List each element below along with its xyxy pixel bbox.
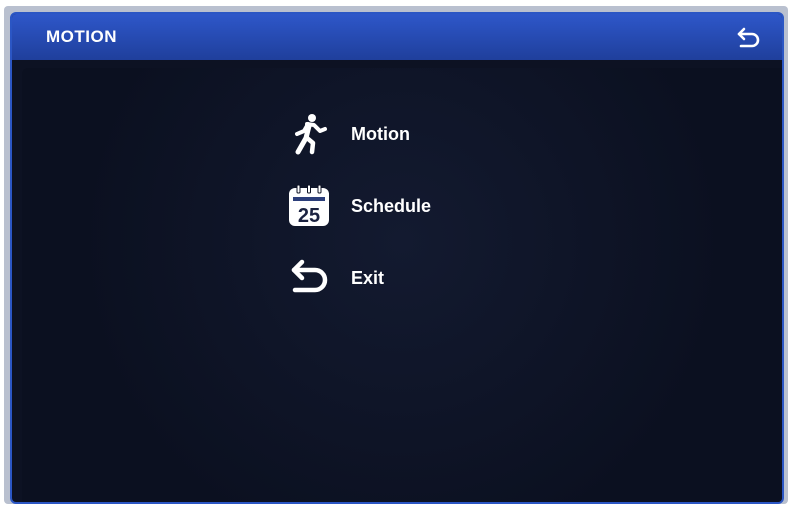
menu-item-label: Motion: [351, 123, 410, 144]
running-person-icon: [287, 112, 331, 156]
menu-list: Motion 25 Schedule Exit: [287, 112, 431, 328]
title-bar: MOTION: [12, 14, 782, 60]
menu-item-label: Schedule: [351, 195, 432, 216]
window-title: MOTION: [46, 27, 117, 46]
back-arrow-icon: [737, 27, 760, 48]
menu-panel: Motion 25 Schedule Exit: [22, 68, 782, 502]
back-arrow-icon: [287, 256, 331, 300]
motion-window: MOTION Motion 25 Schedule Exit: [10, 12, 784, 504]
back-button[interactable]: [734, 22, 764, 52]
calendar-day: 25: [298, 205, 320, 227]
menu-item-schedule[interactable]: 25 Schedule: [287, 184, 431, 228]
calendar-icon: 25: [287, 184, 331, 228]
menu-item-motion[interactable]: Motion: [287, 112, 431, 156]
menu-item-label: Exit: [351, 267, 385, 288]
menu-item-exit[interactable]: Exit: [287, 256, 431, 300]
